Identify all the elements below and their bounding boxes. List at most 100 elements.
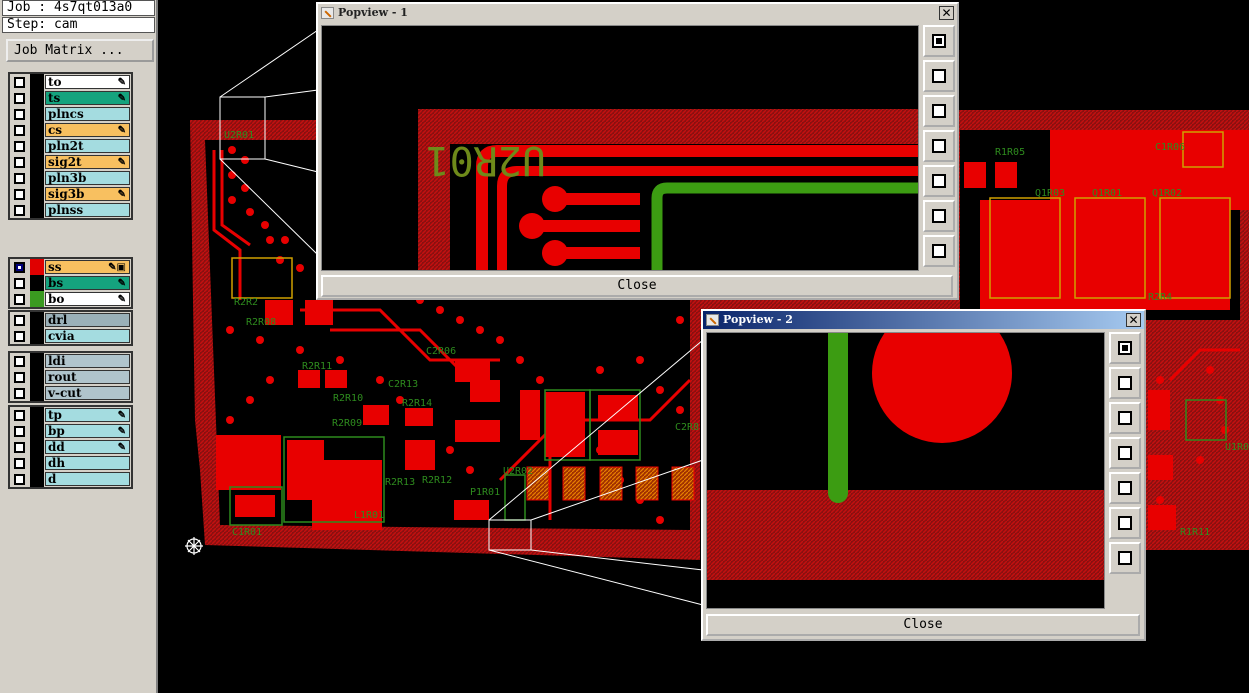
zoom-home-icon[interactable] [923,25,955,57]
job-matrix-button[interactable]: Job Matrix ... [6,39,154,62]
layer-checkbox[interactable] [14,157,25,168]
layer-row[interactable]: dd ✎ [10,439,131,455]
layer-color-swatch[interactable] [30,138,44,154]
layer-color-swatch[interactable] [30,74,44,90]
popview-1-canvas[interactable]: U2R01 [321,25,919,271]
layer-name[interactable]: plncs [45,107,130,121]
popview-2-close-icon[interactable]: ✕ [1126,313,1141,327]
pan-left-icon[interactable] [923,130,955,162]
layer-checkbox[interactable] [14,372,25,383]
layer-name[interactable]: drl [45,313,130,327]
layer-name[interactable]: bo ✎ [45,292,130,306]
layer-name[interactable]: sig2t ✎ [45,155,130,169]
layer-name[interactable]: dh [45,456,130,470]
layer-name[interactable]: v-cut [45,386,130,400]
layer-row[interactable]: ts ✎ [10,90,131,106]
layer-row[interactable]: pln3b [10,170,131,186]
layer-color-swatch[interactable] [30,154,44,170]
layer-checkbox[interactable] [14,125,25,136]
layer-name[interactable]: pln3b [45,171,130,185]
layer-color-swatch[interactable] [30,122,44,138]
layer-name[interactable]: ts ✎ [45,91,130,105]
layer-row[interactable]: tp ✎ [10,407,131,423]
pan-down-icon[interactable] [1109,402,1141,434]
layer-color-swatch[interactable] [30,291,44,307]
pan-up-icon[interactable] [923,60,955,92]
pan-left-icon[interactable] [1109,437,1141,469]
layer-color-swatch[interactable] [30,471,44,487]
layer-checkbox[interactable] [14,205,25,216]
layer-checkbox[interactable] [14,141,25,152]
layer-color-swatch[interactable] [30,259,44,275]
layer-color-swatch[interactable] [30,275,44,291]
layer-checkbox[interactable] [14,410,25,421]
layer-name[interactable]: d [45,472,130,486]
layer-name[interactable]: bp ✎ [45,424,130,438]
layer-checkbox[interactable] [14,77,25,88]
layer-row[interactable]: bp ✎ [10,423,131,439]
layer-row[interactable]: cvia [10,328,131,344]
layer-color-swatch[interactable] [30,170,44,186]
pan-up-icon[interactable] [1109,367,1141,399]
layer-row[interactable]: pln2t [10,138,131,154]
popview-2-canvas[interactable] [706,332,1105,609]
layer-row[interactable]: plnss [10,202,131,218]
layer-name[interactable]: bs ✎ [45,276,130,290]
zoom-in-icon[interactable] [923,200,955,232]
layer-row[interactable]: d [10,471,131,487]
layer-checkbox[interactable] [14,315,25,326]
layer-checkbox[interactable] [14,426,25,437]
popview-2-close-button[interactable]: Close [706,614,1140,636]
layer-row[interactable]: dh [10,455,131,471]
pan-down-icon[interactable] [923,95,955,127]
layer-checkbox[interactable] [14,173,25,184]
layer-name[interactable]: cs ✎ [45,123,130,137]
layer-name[interactable]: plnss [45,203,130,217]
layer-color-swatch[interactable] [30,385,44,401]
pan-right-icon[interactable] [1109,472,1141,504]
zoom-in-icon[interactable] [1109,507,1141,539]
layer-name[interactable]: pln2t [45,139,130,153]
pan-right-icon[interactable] [923,165,955,197]
popview-2-titlebar[interactable]: Popview - 2 [703,311,1144,329]
layer-name[interactable]: dd ✎ [45,440,130,454]
popview-1-titlebar[interactable]: Popview - 1 [318,4,957,22]
layer-checkbox[interactable] [14,442,25,453]
layer-row[interactable]: rout [10,369,131,385]
popview-1-close-icon[interactable]: ✕ [939,6,954,20]
layer-checkbox[interactable] [14,356,25,367]
layer-checkbox[interactable] [14,331,25,342]
layer-row[interactable]: ldi [10,353,131,369]
layer-row[interactable]: sig2t ✎ [10,154,131,170]
layer-row[interactable]: sig3b ✎ [10,186,131,202]
layer-checkbox[interactable] [14,294,25,305]
layer-name[interactable]: ss ✎▣ [45,260,130,274]
layer-name[interactable]: to ✎ [45,75,130,89]
layer-row[interactable]: bo ✎ [10,291,131,307]
layer-name[interactable]: rout [45,370,130,384]
layer-color-swatch[interactable] [30,202,44,218]
layer-name[interactable]: tp ✎ [45,408,130,422]
popview-1-close-button[interactable]: Close [321,275,953,297]
layer-name[interactable]: ldi [45,354,130,368]
layer-row[interactable]: to ✎ [10,74,131,90]
layer-checkbox[interactable] [14,189,25,200]
layer-color-swatch[interactable] [30,455,44,471]
layer-color-swatch[interactable] [30,439,44,455]
layer-color-swatch[interactable] [30,423,44,439]
layer-color-swatch[interactable] [30,328,44,344]
layer-checkbox[interactable] [14,278,25,289]
zoom-out-icon[interactable] [1109,542,1141,574]
zoom-out-icon[interactable] [923,235,955,267]
layer-checkbox[interactable] [14,474,25,485]
layer-color-swatch[interactable] [30,312,44,328]
layer-name[interactable]: sig3b ✎ [45,187,130,201]
layer-color-swatch[interactable] [30,369,44,385]
layer-row[interactable]: bs ✎ [10,275,131,291]
layer-checkbox[interactable] [14,109,25,120]
zoom-home-icon[interactable] [1109,332,1141,364]
layer-color-swatch[interactable] [30,407,44,423]
layer-checkbox[interactable] [14,458,25,469]
layer-name[interactable]: cvia [45,329,130,343]
layer-color-swatch[interactable] [30,90,44,106]
